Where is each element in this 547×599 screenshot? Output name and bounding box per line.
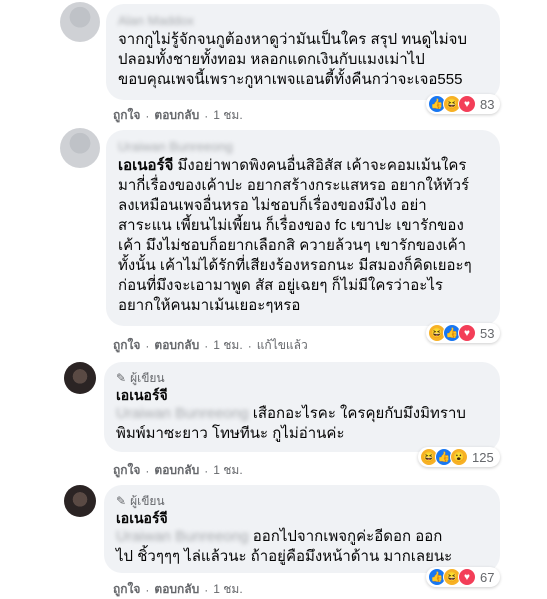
separator: · <box>145 338 150 353</box>
comment-timestamp[interactable]: 1 ชม. <box>213 580 242 599</box>
pencil-icon: ✎ <box>116 494 127 508</box>
reaction-summary[interactable]: 👍 😆 ♥ 83 <box>426 94 501 114</box>
mention-link[interactable]: Uraiwan Bunreeong <box>116 405 249 422</box>
reply-bubble: ✎ ผู้เขียน เอเนอร์จี Uraiwan Bunreeong ออ… <box>104 485 500 573</box>
reply-bubble: ✎ ผู้เขียน เอเนอร์จี Uraiwan Bunreeong เส… <box>104 362 500 452</box>
separator: · <box>145 108 150 123</box>
reaction-count: 125 <box>472 449 494 465</box>
like-button[interactable]: ถูกใจ <box>113 461 140 480</box>
comment-timestamp[interactable]: 1 ชม. <box>213 106 242 125</box>
separator: · <box>204 108 209 123</box>
author-avatar[interactable] <box>64 485 96 517</box>
separator: · <box>204 338 209 353</box>
mention-link[interactable]: Uraiwan Bunreeong <box>116 528 249 545</box>
comment-actions: ถูกใจ · ตอบกลับ · 1 ชม. <box>113 106 243 125</box>
love-reaction-icon: ♥ <box>458 568 476 586</box>
separator: · <box>247 338 252 353</box>
reply-button[interactable]: ตอบกลับ <box>154 580 199 599</box>
pencil-icon: ✎ <box>116 371 127 385</box>
reply-text: Uraiwan Bunreeong เสือกอะไรคะ ใครคุยกับม… <box>116 404 488 444</box>
comment-timestamp[interactable]: 1 ชม. <box>213 336 242 355</box>
reply-button[interactable]: ตอบกลับ <box>154 106 199 125</box>
commenter-name[interactable]: Uraiwan Bunreeong <box>118 138 488 156</box>
author-badge: ✎ ผู้เขียน <box>116 493 488 509</box>
comment-text: เอเนอร์จี มึงอย่าพาดพิงคนอื่นสิอิสัส เค้… <box>118 156 488 316</box>
reaction-summary[interactable]: 😆 👍 ♥ 53 <box>426 323 501 343</box>
reaction-count: 83 <box>480 96 495 112</box>
author-name[interactable]: เอเนอร์จี <box>116 509 488 527</box>
commenter-avatar[interactable] <box>60 2 100 42</box>
reply-actions: ถูกใจ · ตอบกลับ · 1 ชม. <box>113 580 243 599</box>
like-button[interactable]: ถูกใจ <box>113 580 140 599</box>
love-reaction-icon: ♥ <box>458 95 476 113</box>
love-reaction-icon: ♥ <box>458 324 476 342</box>
like-button[interactable]: ถูกใจ <box>113 336 140 355</box>
separator: · <box>145 582 150 597</box>
reply-actions: ถูกใจ · ตอบกลับ · 1 ชม. <box>113 461 243 480</box>
author-badge-label: ผู้เขียน <box>130 371 165 385</box>
reaction-summary[interactable]: 👍 😆 ♥ 67 <box>426 567 501 587</box>
author-avatar[interactable] <box>64 362 96 394</box>
reply-button[interactable]: ตอบกลับ <box>154 461 199 480</box>
comment-body: มึงอย่าพาดพิงคนอื่นสิอิสัส เค้าจะคอมเม้น… <box>118 157 472 314</box>
separator: · <box>204 463 209 478</box>
author-name[interactable]: เอเนอร์จี <box>116 386 488 404</box>
like-button[interactable]: ถูกใจ <box>113 106 140 125</box>
comment-actions: ถูกใจ · ตอบกลับ · 1 ชม. · แก้ไขแล้ว <box>113 336 308 355</box>
separator: · <box>145 463 150 478</box>
author-badge-label: ผู้เขียน <box>130 494 165 508</box>
reply-button[interactable]: ตอบกลับ <box>154 336 199 355</box>
reaction-summary[interactable]: 😆 👍 😮 125 <box>418 447 500 467</box>
comment-bubble: Alan Maddox จากกูไม่รู้จักจนกูต้องหาดูว่… <box>106 4 500 100</box>
separator: · <box>204 582 209 597</box>
reply-text: Uraiwan Bunreeong ออกไปจากเพจกูค่ะอีดอก … <box>116 527 488 567</box>
reaction-count: 67 <box>480 569 495 585</box>
wow-reaction-icon: 😮 <box>450 448 468 466</box>
comment-text: จากกูไม่รู้จักจนกูต้องหาดูว่ามันเป็นใคร … <box>118 31 467 88</box>
commenter-name[interactable]: Alan Maddox <box>118 12 488 30</box>
reaction-count: 53 <box>480 325 495 341</box>
mentioned-name[interactable]: เอเนอร์จี <box>118 157 173 174</box>
comment-timestamp[interactable]: 1 ชม. <box>213 461 242 480</box>
author-badge: ✎ ผู้เขียน <box>116 370 488 386</box>
comment-bubble: Uraiwan Bunreeong เอเนอร์จี มึงอย่าพาดพิ… <box>106 130 500 326</box>
edited-label[interactable]: แก้ไขแล้ว <box>257 336 308 355</box>
commenter-avatar[interactable] <box>60 128 100 168</box>
